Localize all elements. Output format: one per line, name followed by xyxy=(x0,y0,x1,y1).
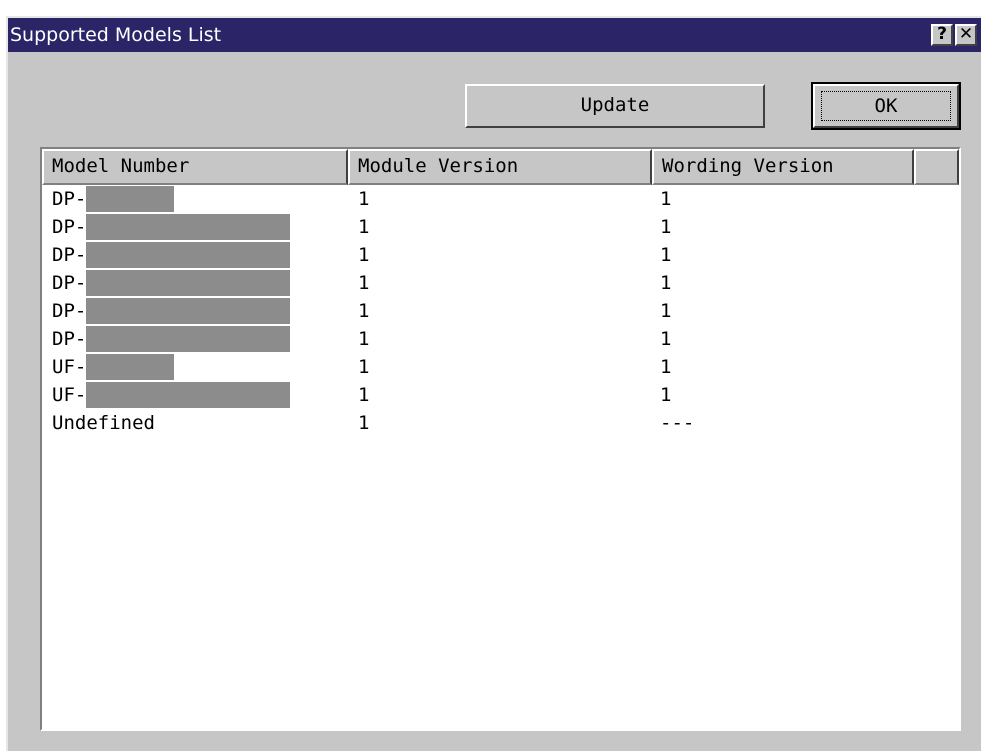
module-version-cell: 1 xyxy=(358,300,370,322)
column-header-wording-version[interactable]: Wording Version xyxy=(652,149,914,185)
model-number-text: UF- xyxy=(52,384,87,406)
close-button[interactable]: ✕ xyxy=(955,24,977,46)
model-number-cell: Undefined xyxy=(52,409,155,437)
model-number-cell: DP- xyxy=(52,325,291,353)
redaction-block xyxy=(86,382,291,408)
help-icon: ? xyxy=(937,24,947,44)
redaction-block xyxy=(86,298,291,324)
help-button[interactable]: ? xyxy=(931,24,953,46)
list-item[interactable]: DP- 1 1 xyxy=(42,325,959,353)
model-number-text: DP- xyxy=(52,188,87,210)
column-header-model-number[interactable]: Model Number xyxy=(42,149,348,185)
model-number-cell: DP- xyxy=(52,185,175,213)
module-version-cell: 1 xyxy=(358,328,370,350)
model-number-text: Undefined xyxy=(52,412,155,434)
list-item[interactable]: DP- 1 1 xyxy=(42,185,959,213)
model-number-cell: UF- xyxy=(52,381,291,409)
module-version-cell: 1 xyxy=(358,272,370,294)
list-item[interactable]: DP- 1 1 xyxy=(42,269,959,297)
list-rows: DP- 1 1 DP- 1 1 DP- 1 1 DP- 1 1 DP- 1 1 DP- 1 1 UF- 1 1 UF- 1 1… xyxy=(42,185,959,437)
redaction-block xyxy=(86,270,291,296)
model-number-cell: DP- xyxy=(52,213,291,241)
redaction-block xyxy=(86,326,291,352)
ok-button-label: OK xyxy=(821,91,951,121)
wording-version-cell: 1 xyxy=(660,300,672,322)
list-item[interactable]: Undefined 1 --- xyxy=(42,409,959,437)
redaction-block xyxy=(86,242,291,268)
module-version-cell: 1 xyxy=(358,216,370,238)
title-bar[interactable]: Supported Models List ? ✕ xyxy=(8,18,981,52)
models-list[interactable]: Model Number Module Version Wording Vers… xyxy=(40,147,961,731)
model-number-cell: DP- xyxy=(52,297,291,325)
module-version-cell: 1 xyxy=(358,188,370,210)
supported-models-dialog: Supported Models List ? ✕ Update OK Mode… xyxy=(6,16,981,751)
wording-version-cell: 1 xyxy=(660,384,672,406)
redaction-block xyxy=(86,354,175,380)
list-item[interactable]: DP- 1 1 xyxy=(42,241,959,269)
list-item[interactable]: DP- 1 1 xyxy=(42,297,959,325)
redaction-block xyxy=(86,186,175,212)
model-number-cell: UF- xyxy=(52,353,175,381)
list-item[interactable]: UF- 1 1 xyxy=(42,381,959,409)
list-item[interactable]: UF- 1 1 xyxy=(42,353,959,381)
wording-version-cell: --- xyxy=(660,412,695,434)
model-number-text: DP- xyxy=(52,328,87,350)
column-header-filler xyxy=(914,149,959,185)
wording-version-cell: 1 xyxy=(660,356,672,378)
model-number-text: DP- xyxy=(52,244,87,266)
wording-version-cell: 1 xyxy=(660,272,672,294)
ok-button[interactable]: OK xyxy=(811,82,961,130)
module-version-cell: 1 xyxy=(358,244,370,266)
wording-version-cell: 1 xyxy=(660,328,672,350)
window-title: Supported Models List xyxy=(10,24,222,46)
wording-version-cell: 1 xyxy=(660,216,672,238)
update-button[interactable]: Update xyxy=(465,84,765,128)
model-number-text: DP- xyxy=(52,272,87,294)
wording-version-cell: 1 xyxy=(660,188,672,210)
column-header-module-version[interactable]: Module Version xyxy=(348,149,652,185)
list-item[interactable]: DP- 1 1 xyxy=(42,213,959,241)
model-number-text: DP- xyxy=(52,300,87,322)
module-version-cell: 1 xyxy=(358,356,370,378)
model-number-cell: DP- xyxy=(52,241,291,269)
model-number-text: UF- xyxy=(52,356,87,378)
redaction-block xyxy=(86,214,291,240)
model-number-cell: DP- xyxy=(52,269,291,297)
close-icon: ✕ xyxy=(958,24,974,44)
module-version-cell: 1 xyxy=(358,412,370,434)
list-header: Model Number Module Version Wording Vers… xyxy=(42,149,959,185)
model-number-text: DP- xyxy=(52,216,87,238)
module-version-cell: 1 xyxy=(358,384,370,406)
wording-version-cell: 1 xyxy=(660,244,672,266)
